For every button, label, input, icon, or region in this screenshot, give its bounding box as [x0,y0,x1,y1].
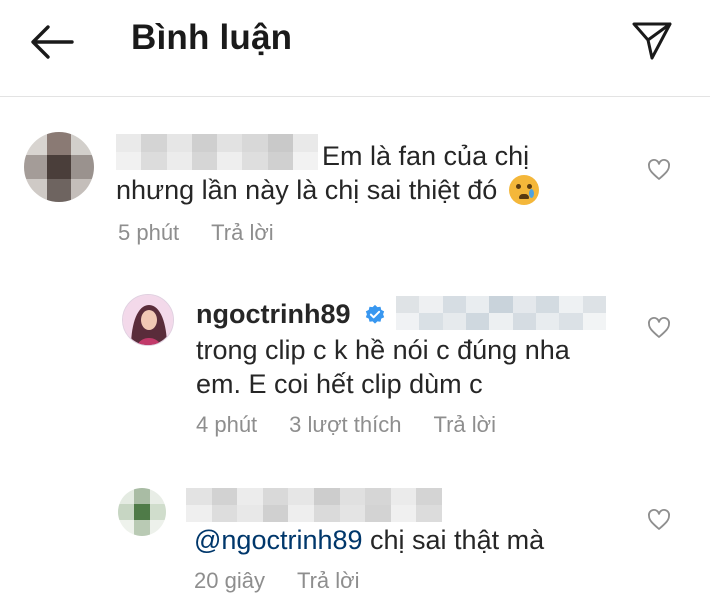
comment-text-line: nhưng lần này là chị sai thiệt đó [116,172,539,208]
heart-outline-icon[interactable] [647,158,671,182]
avatar-photo-icon [123,295,173,345]
username-blurred [186,488,442,522]
mention-link[interactable]: @ngoctrinh89 [194,525,363,555]
comment-time: 4 phút [196,412,258,437]
comment-text-line: em. E coi hết clip dùm c [196,369,483,399]
username-blurred [116,134,318,170]
comment-meta: 20 giây Trả lời [194,568,391,594]
avatar-pixelated [118,488,166,536]
reply-button[interactable]: Trả lời [433,412,496,437]
comment-text-line: trong clip c k hề nói c đúng nha [196,335,570,365]
avatar[interactable] [118,488,166,536]
arrow-left-icon [31,25,74,59]
heart-outline-icon[interactable] [647,316,671,340]
page-title: Bình luận [131,18,293,57]
back-button[interactable] [28,22,74,62]
comment-time: 20 giây [194,568,265,593]
reply-button[interactable]: Trả lời [297,568,360,593]
comment-meta: 5 phút Trả lời [118,220,306,246]
avatar[interactable] [122,294,174,346]
username[interactable]: ngoctrinh89 [196,299,351,329]
avatar[interactable] [24,132,94,202]
comment-text: nhưng lần này là chị sai thiệt đó [116,175,498,205]
comment-text-line: @ngoctrinh89 chị sai thật mà [194,522,544,558]
comment-text: chị sai thật mà [362,525,545,555]
crying-face-icon [508,175,539,205]
verified-badge-icon [365,304,385,324]
paper-plane-icon [632,22,672,60]
comment-text-line: Em là fan của chị [322,141,530,171]
comment-header-line: ngoctrinh89 [196,296,386,332]
avatar-pixelated [24,132,94,202]
blurred-text [396,296,606,330]
comment-meta: 4 phút 3 lượt thích Trả lời [196,412,528,438]
header-divider [0,96,710,97]
comment-time: 5 phút [118,220,180,245]
heart-outline-icon[interactable] [647,508,671,532]
reply-button[interactable]: Trả lời [211,220,274,245]
header: Bình luận [0,0,710,86]
likes-count[interactable]: 3 lượt thích [289,412,401,437]
send-button[interactable] [630,18,674,62]
